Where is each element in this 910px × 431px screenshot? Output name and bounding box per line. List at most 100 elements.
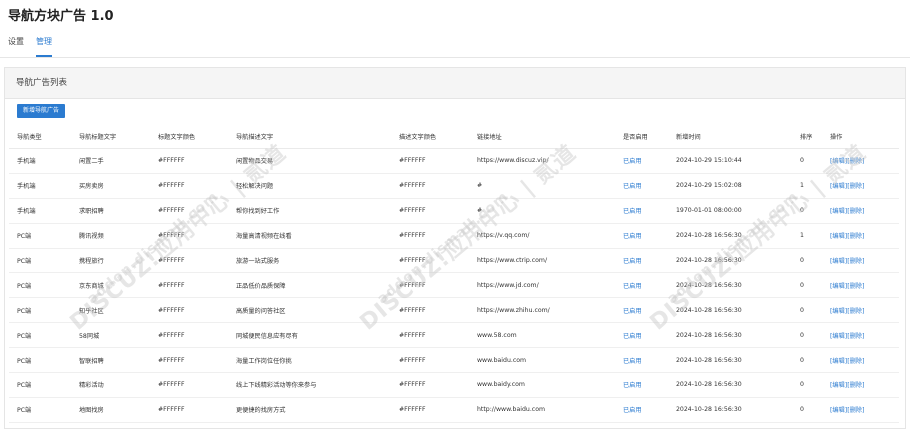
table-row: PC端 知乎社区 #FFFFFF 高质量的问答社区 #FFFFFF https://www… xyxy=(9,297,899,324)
title-color-cell: #FFFFFF xyxy=(150,397,228,423)
column-header: 导航类型 xyxy=(9,124,71,149)
table-row: PC端 地图找房 #FFFFFF 更便捷的找房方式 #FFFFFF http://www.… xyxy=(9,397,899,423)
time-cell: 2024-10-28 16:56:30 xyxy=(668,297,792,324)
actions-cell: [编辑][删除] xyxy=(822,223,899,249)
nav-title-cell: 精彩活动 xyxy=(71,372,150,398)
title-color-cell: #FFFFFF xyxy=(150,173,228,199)
nav-title-cell: 腾讯视频 xyxy=(71,223,150,249)
column-header: 导航标题文字 xyxy=(71,124,150,149)
nav-desc-cell: 线上下线精彩活动等你来参与 xyxy=(228,372,391,398)
time-cell: 2024-10-28 16:56:30 xyxy=(668,272,792,299)
edit-link[interactable]: [编辑] xyxy=(830,208,847,215)
edit-link[interactable]: [编辑] xyxy=(830,407,847,414)
nav-title-cell: 知乎社区 xyxy=(71,297,150,324)
edit-link[interactable]: [编辑] xyxy=(830,382,847,389)
add-nav-ad-button[interactable]: 新增导航广告 xyxy=(17,104,66,118)
edit-link[interactable]: [编辑] xyxy=(830,158,847,165)
edit-link[interactable]: [编辑] xyxy=(830,233,847,240)
time-cell: 2024-10-29 15:10:44 xyxy=(668,148,792,174)
time-cell: 2024-10-28 16:56:30 xyxy=(668,347,792,374)
title-color-cell: #FFFFFF xyxy=(150,347,228,374)
column-header: 操作 xyxy=(822,124,899,149)
delete-link[interactable]: [删除] xyxy=(847,358,864,365)
status-cell: 已启用 xyxy=(615,372,668,398)
nav-type-cell: PC端 xyxy=(9,297,71,324)
nav-desc-cell: 帮你找到好工作 xyxy=(228,198,391,224)
title-color-cell: #FFFFFF xyxy=(150,198,228,224)
delete-link[interactable]: [删除] xyxy=(847,308,864,315)
delete-link[interactable]: [删除] xyxy=(847,233,864,240)
edit-link[interactable]: [编辑] xyxy=(830,258,847,265)
time-cell: 2024-10-28 16:56:30 xyxy=(668,322,792,349)
actions-cell: [编辑][删除] xyxy=(822,198,899,224)
edit-link[interactable]: [编辑] xyxy=(830,333,847,340)
status-cell: 已启用 xyxy=(615,198,668,224)
title-color-cell: #FFFFFF xyxy=(150,297,228,324)
desc-color-cell: #FFFFFF xyxy=(391,223,469,249)
title-color-cell: #FFFFFF xyxy=(150,248,228,274)
nav-desc-cell: 正品低价品质保障 xyxy=(228,272,391,299)
status-cell: 已启用 xyxy=(615,173,668,199)
nav-title-cell: 携程旅行 xyxy=(71,248,150,274)
time-cell: 2024-10-28 16:56:30 xyxy=(668,372,792,398)
edit-link[interactable]: [编辑] xyxy=(830,283,847,290)
actions-cell: [编辑][删除] xyxy=(822,248,899,274)
table-row: PC端 携程旅行 #FFFFFF 旅游一站式服务 #FFFFFF https://www.… xyxy=(9,248,899,274)
table-header-row: 导航类型 导航标题文字 标题文字颜色 导航描述文字 描述文字颜色 链接地址 是否… xyxy=(9,124,899,149)
nav-title-cell: 买房卖房 xyxy=(71,173,150,199)
title-color-cell: #FFFFFF xyxy=(150,223,228,249)
delete-link[interactable]: [删除] xyxy=(847,382,864,389)
time-cell: 1970-01-01 08:00:00 xyxy=(668,198,792,224)
desc-color-cell: #FFFFFF xyxy=(391,198,469,224)
link-cell: www.baidu.com xyxy=(469,347,615,374)
link-cell: www.58.com xyxy=(469,322,615,349)
nav-title-cell: 地图找房 xyxy=(71,397,150,423)
tab-manage[interactable]: 管理 xyxy=(36,36,52,57)
desc-color-cell: #FFFFFF xyxy=(391,173,469,199)
column-header: 描述文字颜色 xyxy=(391,124,469,149)
sort-cell: 0 xyxy=(792,347,822,374)
link-cell: https://v.qq.com/ xyxy=(469,223,615,249)
actions-cell: [编辑][删除] xyxy=(822,148,899,174)
time-cell: 2024-10-28 16:56:30 xyxy=(668,248,792,274)
table-row: PC端 精彩活动 #FFFFFF 线上下线精彩活动等你来参与 #FFFFFF www.ba… xyxy=(9,372,899,398)
table-row: PC端 智联招聘 #FFFFFF 海量工作岗位任你挑 #FFFFFF www.baidu.… xyxy=(9,347,899,374)
delete-link[interactable]: [删除] xyxy=(847,158,864,165)
delete-link[interactable]: [删除] xyxy=(847,283,864,290)
nav-type-cell: PC端 xyxy=(9,347,71,374)
link-cell: www.baidy.com xyxy=(469,372,615,398)
delete-link[interactable]: [删除] xyxy=(847,407,864,414)
panel-title: 导航广告列表 xyxy=(5,68,905,99)
nav-type-cell: PC端 xyxy=(9,248,71,274)
title-color-cell: #FFFFFF xyxy=(150,372,228,398)
delete-link[interactable]: [删除] xyxy=(847,208,864,215)
column-header: 新增时间 xyxy=(668,124,792,149)
nav-type-cell: 手机端 xyxy=(9,198,71,224)
nav-desc-cell: 高质量的问答社区 xyxy=(228,297,391,324)
tab-settings[interactable]: 设置 xyxy=(8,36,24,57)
delete-link[interactable]: [删除] xyxy=(847,333,864,340)
sort-cell: 1 xyxy=(792,173,822,199)
delete-link[interactable]: [删除] xyxy=(847,183,864,190)
link-cell: https://www.ctrip.com/ xyxy=(469,248,615,274)
sort-cell: 0 xyxy=(792,198,822,224)
nav-title-cell: 智联招聘 xyxy=(71,347,150,374)
table-row: 手机端 求职招聘 #FFFFFF 帮你找到好工作 #FFFFFF # 已启用 1970-01-… xyxy=(9,198,899,224)
nav-type-cell: PC端 xyxy=(9,272,71,299)
nav-title-cell: 闲置二手 xyxy=(71,148,150,174)
edit-link[interactable]: [编辑] xyxy=(830,183,847,190)
status-cell: 已启用 xyxy=(615,347,668,374)
edit-link[interactable]: [编辑] xyxy=(830,358,847,365)
status-cell: 已启用 xyxy=(615,248,668,274)
column-header: 标题文字颜色 xyxy=(150,124,228,149)
desc-color-cell: #FFFFFF xyxy=(391,297,469,324)
nav-desc-cell: 闲置物品交易 xyxy=(228,148,391,174)
delete-link[interactable]: [删除] xyxy=(847,258,864,265)
link-cell: https://www.jd.com/ xyxy=(469,272,615,299)
nav-desc-cell: 海量工作岗位任你挑 xyxy=(228,347,391,374)
sort-cell: 1 xyxy=(792,223,822,249)
sort-cell: 0 xyxy=(792,248,822,274)
edit-link[interactable]: [编辑] xyxy=(830,308,847,315)
status-cell: 已启用 xyxy=(615,397,668,423)
status-cell: 已启用 xyxy=(615,272,668,299)
